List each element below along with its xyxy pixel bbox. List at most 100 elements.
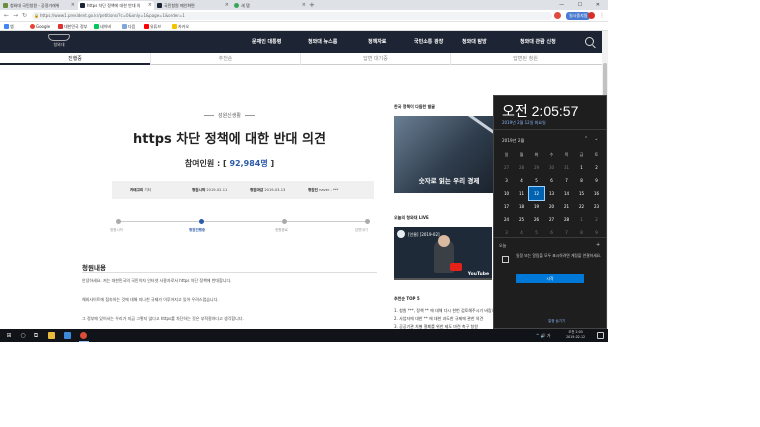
calendar-day-today[interactable]: 12 — [528, 186, 545, 201]
back-icon[interactable]: ← — [4, 11, 9, 21]
menu-icon[interactable]: ⋮ — [599, 11, 605, 21]
nav-newsroom[interactable]: 청와대 뉴스룸 — [308, 31, 337, 53]
close-icon[interactable]: × — [225, 1, 229, 10]
extension-icon[interactable] — [554, 12, 561, 19]
system-tray[interactable]: ^ 🔊 가 — [536, 329, 551, 342]
calendar-day[interactable]: 31 — [559, 161, 574, 174]
calendar-day[interactable]: 28 — [559, 213, 574, 226]
month-nav-arrows[interactable]: ⌃⌄ — [584, 136, 604, 142]
presenter-face — [438, 235, 450, 247]
hide-agenda-link[interactable]: 일정 숨기기 — [548, 319, 565, 324]
calendar-day[interactable]: 5 — [529, 174, 544, 187]
calendar-day[interactable]: 11 — [514, 187, 529, 200]
nav-tour[interactable]: 청와대 탐방 — [462, 31, 487, 53]
chrome-icon[interactable] — [80, 332, 87, 339]
avatar[interactable] — [588, 12, 595, 19]
browser-tab[interactable]: 국민청원 메인화면 × — [155, 1, 231, 10]
bookmark-item[interactable]: Google — [30, 22, 50, 31]
forward-icon[interactable]: → — [13, 11, 18, 21]
calendar-day[interactable]: 21 — [559, 200, 574, 213]
calendar-day[interactable]: 14 — [559, 187, 574, 200]
close-icon[interactable]: × — [148, 1, 152, 10]
tab-answered[interactable]: 답변된 청원 — [450, 53, 600, 65]
calendar-day[interactable]: 23 — [589, 200, 604, 213]
petition-subtabs: 진행중 추천순 답변 대기중 답변된 청원 — [0, 53, 602, 65]
calendar-day[interactable]: 24 — [499, 213, 514, 226]
list-item[interactable]: 1. 청원 ***, 정책 ** 에 대해 다시 한번 검토해주시기 바랍니다 — [394, 308, 499, 314]
nav-communication[interactable]: 국민소통 광장 — [414, 31, 443, 53]
calendar-day[interactable]: 22 — [574, 200, 589, 213]
step-dot-active — [199, 219, 204, 224]
info-item: 청원인 naver - *** — [308, 181, 338, 199]
calendar-day[interactable]: 20 — [544, 200, 559, 213]
nav-president[interactable]: 문재인 대통령 — [252, 31, 281, 53]
tab-awaiting[interactable]: 답변 대기중 — [300, 53, 450, 65]
close-icon[interactable]: × — [71, 1, 75, 10]
calendar-day[interactable]: 26 — [529, 213, 544, 226]
calendar-day[interactable]: 25 — [514, 213, 529, 226]
video-progress-bar[interactable] — [394, 278, 492, 280]
calendar-day[interactable]: 13 — [544, 187, 559, 200]
start-button[interactable]: 시작 — [516, 274, 584, 283]
bookmarks-bar: 앱 Google 대한민국 정부 네이버 다음 유튜브 카카오 — [0, 22, 608, 31]
site-logo[interactable]: 청와대 — [42, 34, 76, 50]
browser-tab[interactable]: 청와대 국민청원 - 공정거래위 × — [1, 1, 77, 10]
windows-start-icon[interactable]: ⊞ — [3, 329, 15, 342]
bookmark-item[interactable]: 네이버 — [94, 22, 111, 31]
calendar-day[interactable]: 1 — [574, 161, 589, 174]
reload-icon[interactable]: ↻ — [22, 11, 27, 21]
profile-button[interactable]: 일시중지됨 — [566, 12, 591, 20]
task-view-icon[interactable]: ⧉ — [31, 329, 41, 342]
file-explorer-icon[interactable] — [48, 332, 55, 339]
search-icon[interactable]: ○ — [18, 329, 28, 342]
tab-recommended[interactable]: 추천순 — [150, 53, 300, 65]
calendar-day[interactable]: 16 — [589, 187, 604, 200]
economy-banner[interactable]: 숫자로 읽는 우리 경제 — [394, 116, 504, 193]
browser-tab[interactable]: 새 탭 × — [232, 1, 308, 10]
play-icon[interactable] — [450, 263, 462, 271]
calendar-day[interactable]: 1 — [574, 213, 589, 226]
calendar-month[interactable]: 2019년 2월 — [502, 138, 524, 144]
bookmark-item[interactable]: 다음 — [122, 22, 135, 31]
bookmark-item[interactable]: 카카오 — [172, 22, 189, 31]
calendar-day[interactable]: 2 — [589, 161, 604, 174]
bookmark-item[interactable]: 유튜브 — [144, 22, 161, 31]
nav-policy[interactable]: 정책자료 — [368, 31, 386, 53]
store-icon[interactable] — [64, 332, 71, 339]
browser-tab-active[interactable]: https 차단 정책에 대한 반대 의 × — [78, 1, 154, 10]
calendar-day[interactable]: 28 — [514, 161, 529, 174]
bookmark-item[interactable]: 앱 — [4, 22, 14, 31]
nav-visit-request[interactable]: 청와대 관람 신청 — [520, 31, 556, 53]
search-icon[interactable] — [585, 37, 594, 46]
new-tab-button[interactable]: + — [309, 1, 315, 9]
close-icon[interactable]: × — [302, 1, 306, 10]
calendar-day[interactable]: 4 — [514, 174, 529, 187]
calendar-day[interactable]: 9 — [589, 174, 604, 187]
calendar-day[interactable]: 18 — [514, 200, 529, 213]
add-event-icon[interactable]: + — [596, 242, 600, 248]
bookmark-item[interactable]: 대한민국 정부 — [58, 22, 87, 31]
bookmark-label: 다음 — [128, 24, 136, 29]
calendar-day[interactable]: 17 — [499, 200, 514, 213]
calendar-day[interactable]: 3 — [499, 174, 514, 187]
flyout-date[interactable]: 2019년 2월 12일 화요일 — [502, 120, 546, 126]
calendar-day[interactable]: 19 — [529, 200, 544, 213]
calendar-day[interactable]: 6 — [544, 174, 559, 187]
calendar-day[interactable]: 30 — [544, 161, 559, 174]
calendar-day[interactable]: 15 — [574, 187, 589, 200]
window-controls[interactable]: — ☐ ✕ — [559, 0, 606, 10]
calendar-day[interactable]: 7 — [559, 174, 574, 187]
address-bar[interactable]: 🔒 https://www1.president.go.kr/petitions… — [32, 12, 552, 20]
calendar-day[interactable]: 27 — [499, 161, 514, 174]
calendar-day[interactable]: 2 — [589, 213, 604, 226]
active-app-indicator — [79, 341, 89, 342]
tab-ongoing[interactable]: 진행중 — [0, 53, 150, 65]
taskbar-clock[interactable]: 오전 2:05 2019-02-12 — [566, 330, 585, 340]
list-item[interactable]: 2. 사업자에 대한 ** 에 대한 과도한 규제에 관한 의견 — [394, 316, 483, 322]
calendar-day[interactable]: 8 — [574, 174, 589, 187]
calendar-day[interactable]: 29 — [529, 161, 544, 174]
notification-icon[interactable] — [597, 332, 604, 339]
calendar-day[interactable]: 27 — [544, 213, 559, 226]
calendar-day[interactable]: 10 — [499, 187, 514, 200]
live-video[interactable]: [인물] [2019-02] ... YouTube — [394, 227, 492, 280]
